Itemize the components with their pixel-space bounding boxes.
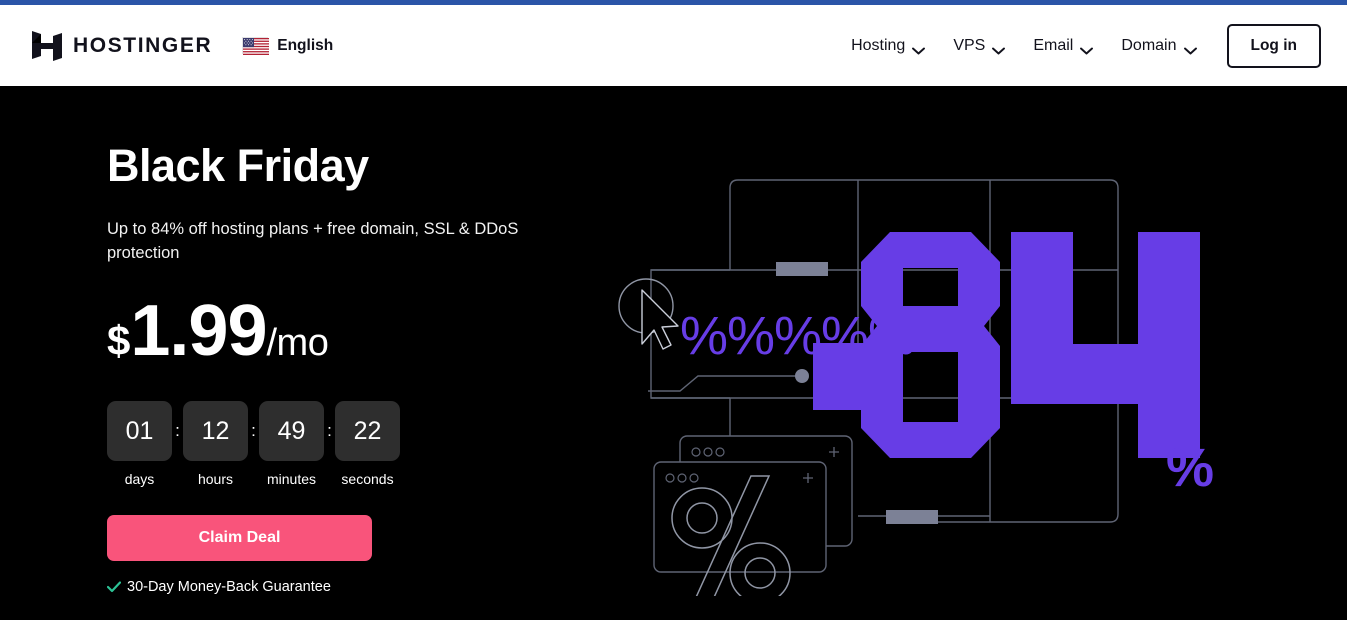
check-icon [106, 581, 122, 593]
black-friday-illustration: %%%%% % [618, 166, 1278, 596]
countdown-value: 01 [107, 401, 172, 462]
nav-item-label: VPS [953, 36, 986, 54]
chevron-down-icon [1080, 42, 1094, 54]
countdown-separator: : [327, 421, 332, 441]
countdown-label: days [124, 471, 155, 488]
chevron-down-icon [992, 42, 1006, 54]
countdown-value: 12 [183, 401, 248, 462]
hero-subtitle: Up to 84% off hosting plans + free domai… [107, 219, 519, 262]
chevron-down-icon [912, 42, 926, 54]
nav-item-vps[interactable]: VPS [939, 29, 1019, 63]
price-period: /mo [266, 322, 329, 365]
discount-number-graphic [861, 232, 1200, 458]
connector-block [776, 262, 828, 276]
money-back-guarantee: 30-Day Money-Back Guarantee [106, 579, 577, 596]
chevron-down-icon [1183, 42, 1197, 54]
countdown-value: 49 [259, 401, 324, 462]
countdown-label: hours [197, 471, 234, 488]
page-root: HOSTINGER English Hosting VPS Email Doma… [0, 0, 1347, 620]
guarantee-label: 30-Day Money-Back Guarantee [127, 579, 331, 596]
countdown-separator: : [175, 421, 180, 441]
countdown-unit-days: 01 days [107, 401, 172, 487]
claim-deal-button[interactable]: Claim Deal [107, 515, 372, 562]
brand-logo[interactable]: HOSTINGER [32, 29, 212, 63]
nav-item-label: Hosting [851, 36, 906, 54]
nav-item-label: Email [1033, 36, 1074, 54]
site-header: HOSTINGER English Hosting VPS Email Doma… [0, 5, 1347, 86]
login-button[interactable]: Log in [1226, 23, 1321, 68]
us-flag-icon [242, 37, 270, 55]
countdown-label: minutes [266, 471, 317, 488]
countdown-value: 22 [335, 401, 400, 462]
svg-text:%: % [1166, 438, 1214, 498]
price-display: $ 1.99 /mo [107, 295, 577, 367]
nav-item-domain[interactable]: Domain [1107, 29, 1210, 63]
connector-block [886, 510, 938, 524]
nav-item-label: Domain [1121, 36, 1177, 54]
countdown-label: seconds [341, 471, 394, 488]
countdown-timer: 01 days : 12 hours : 49 minutes : 22 sec… [107, 401, 577, 487]
language-label: English [277, 36, 334, 54]
countdown-unit-minutes: 49 minutes [259, 401, 324, 487]
page-title: Black Friday [107, 140, 369, 191]
price-amount: 1.99 [130, 291, 267, 372]
language-selector[interactable]: English [242, 37, 333, 55]
countdown-separator: : [251, 421, 256, 441]
price-currency: $ [107, 317, 131, 365]
countdown-unit-hours: 12 hours [183, 401, 248, 487]
hostinger-h-logo-icon [32, 29, 62, 63]
hero-copy: Black Friday Up to 84% off hosting plans… [106, 140, 577, 596]
brand-wordmark: HOSTINGER [73, 33, 213, 57]
nav-item-hosting[interactable]: Hosting [837, 29, 939, 63]
primary-nav: Hosting VPS Email Domain Log in [837, 23, 1321, 68]
countdown-unit-seconds: 22 seconds [335, 401, 400, 487]
nav-item-email[interactable]: Email [1019, 29, 1107, 63]
hero-section: Black Friday Up to 84% off hosting plans… [0, 86, 1347, 620]
